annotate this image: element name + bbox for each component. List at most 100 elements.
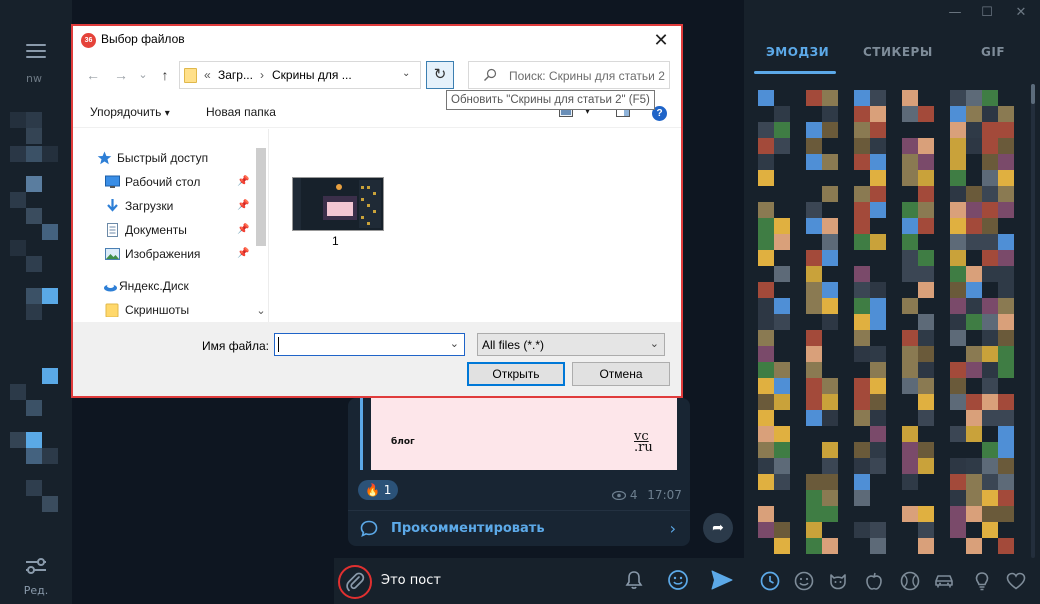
emoji-cell[interactable] xyxy=(902,106,918,122)
emoji-cell[interactable] xyxy=(870,186,886,202)
emoji-cell[interactable] xyxy=(758,362,774,378)
emoji-cell[interactable] xyxy=(966,218,982,234)
emoji-cell[interactable] xyxy=(902,250,918,266)
emoji-cell[interactable] xyxy=(758,298,774,314)
message-input[interactable]: Это пост xyxy=(381,573,441,588)
emoji-cell[interactable] xyxy=(854,394,870,410)
emoji-cell[interactable] xyxy=(806,474,822,490)
emoji-cell[interactable] xyxy=(902,170,918,186)
emoji-cell[interactable] xyxy=(982,458,998,474)
emoji-cell[interactable] xyxy=(758,330,774,346)
new-folder-button[interactable]: Новая папка xyxy=(206,105,276,119)
emoji-cell[interactable] xyxy=(982,378,998,394)
emoji-cell[interactable] xyxy=(950,314,966,330)
emoji-cell[interactable] xyxy=(918,410,934,426)
address-overflow-chevrons[interactable]: « xyxy=(204,68,211,82)
emoji-cell[interactable] xyxy=(902,378,918,394)
emoji-cell[interactable] xyxy=(982,154,998,170)
emoji-cell[interactable] xyxy=(758,522,774,538)
emoji-cell[interactable] xyxy=(854,330,870,346)
emoji-cell[interactable] xyxy=(966,186,982,202)
address-dropdown-icon[interactable]: ⌄ xyxy=(402,68,410,79)
emoji-cell[interactable] xyxy=(758,234,774,250)
emoji-cell[interactable] xyxy=(918,106,934,122)
cancel-button[interactable]: Отмена xyxy=(572,362,670,386)
emoji-cell[interactable] xyxy=(998,154,1014,170)
emoji-cell[interactable] xyxy=(774,394,790,410)
nav-desktop[interactable]: Рабочий стол xyxy=(105,172,255,192)
emoji-cell[interactable] xyxy=(998,250,1014,266)
emoji-scrollbar-thumb[interactable] xyxy=(1031,84,1035,104)
emoji-cell[interactable] xyxy=(982,90,998,106)
emoji-cell[interactable] xyxy=(774,298,790,314)
emoji-cell[interactable] xyxy=(822,298,838,314)
clock-icon[interactable] xyxy=(759,570,781,592)
emoji-cell[interactable] xyxy=(966,362,982,378)
emoji-cell[interactable] xyxy=(998,138,1014,154)
emoji-cell[interactable] xyxy=(870,122,886,138)
emoji-cell[interactable] xyxy=(822,186,838,202)
emoji-cell[interactable] xyxy=(950,250,966,266)
emoji-cell[interactable] xyxy=(806,522,822,538)
apple-icon[interactable] xyxy=(863,570,885,592)
emoji-cell[interactable] xyxy=(966,490,982,506)
emoji-cell[interactable] xyxy=(966,474,982,490)
emoji-cell[interactable] xyxy=(758,282,774,298)
emoji-cell[interactable] xyxy=(998,122,1014,138)
emoji-cell[interactable] xyxy=(902,90,918,106)
emoji-cell[interactable] xyxy=(870,90,886,106)
dialog-close-button[interactable]: ✕ xyxy=(649,28,673,52)
emoji-cell[interactable] xyxy=(806,122,822,138)
file-type-select[interactable]: All files (*.*) ⌄ xyxy=(477,333,665,356)
emoji-cell[interactable] xyxy=(918,522,934,538)
emoji-cell[interactable] xyxy=(982,490,998,506)
emoji-cell[interactable] xyxy=(918,394,934,410)
emoji-cell[interactable] xyxy=(870,298,886,314)
emoji-cell[interactable] xyxy=(902,506,918,522)
emoji-cell[interactable] xyxy=(758,378,774,394)
emoji-cell[interactable] xyxy=(902,458,918,474)
emoji-cell[interactable] xyxy=(758,202,774,218)
emoji-cell[interactable] xyxy=(822,442,838,458)
emoji-cell[interactable] xyxy=(854,458,870,474)
organize-button[interactable]: Упорядочить ▾ xyxy=(90,105,170,119)
nav-yandex-disk[interactable]: Яндекс.Диск xyxy=(103,276,253,296)
emoji-cell[interactable] xyxy=(870,458,886,474)
emoji-cell[interactable] xyxy=(806,90,822,106)
emoji-cell[interactable] xyxy=(758,346,774,362)
nav-screenshots[interactable]: Скриншоты xyxy=(105,300,255,320)
emoji-cell[interactable] xyxy=(854,282,870,298)
emoji-cell[interactable] xyxy=(822,490,838,506)
emoji-smile-icon[interactable] xyxy=(667,569,689,591)
emoji-cell[interactable] xyxy=(998,202,1014,218)
emoji-cell[interactable] xyxy=(918,250,934,266)
emoji-cell[interactable] xyxy=(902,362,918,378)
emoji-cell[interactable] xyxy=(774,138,790,154)
emoji-cell[interactable] xyxy=(950,474,966,490)
emoji-cell[interactable] xyxy=(870,378,886,394)
emoji-cell[interactable] xyxy=(998,394,1014,410)
emoji-cell[interactable] xyxy=(902,426,918,442)
emoji-cell[interactable] xyxy=(950,186,966,202)
emoji-cell[interactable] xyxy=(854,298,870,314)
breadcrumb-segment-downloads[interactable]: Загр... xyxy=(218,68,253,82)
emoji-cell[interactable] xyxy=(806,250,822,266)
emoji-cell[interactable] xyxy=(982,394,998,410)
emoji-cell[interactable] xyxy=(950,138,966,154)
emoji-cell[interactable] xyxy=(918,458,934,474)
emoji-cell[interactable] xyxy=(966,106,982,122)
emoji-cell[interactable] xyxy=(998,282,1014,298)
emoji-cell[interactable] xyxy=(950,394,966,410)
emoji-cell[interactable] xyxy=(998,346,1014,362)
emoji-cell[interactable] xyxy=(822,106,838,122)
emoji-cell[interactable] xyxy=(902,346,918,362)
emoji-cell[interactable] xyxy=(902,138,918,154)
tab-gif[interactable]: GIF xyxy=(981,45,1005,59)
emoji-cell[interactable] xyxy=(822,122,838,138)
emoji-cell[interactable] xyxy=(966,282,982,298)
emoji-cell[interactable] xyxy=(982,314,998,330)
car-icon[interactable] xyxy=(933,570,955,592)
emoji-cell[interactable] xyxy=(966,426,982,442)
emoji-cell[interactable] xyxy=(982,522,998,538)
emoji-cell[interactable] xyxy=(774,426,790,442)
